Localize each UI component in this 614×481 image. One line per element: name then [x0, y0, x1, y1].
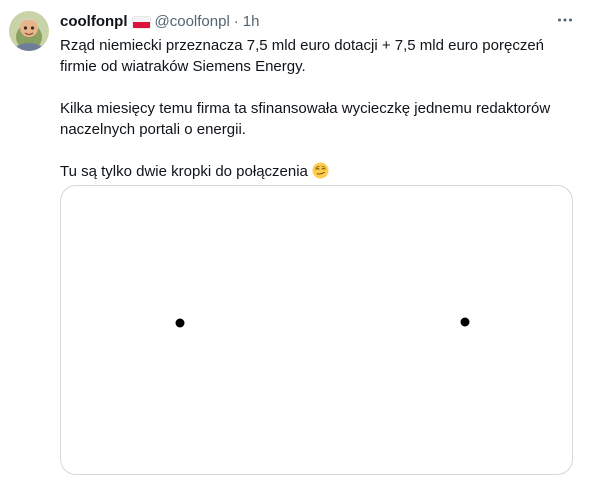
two-dots-image — [175, 317, 470, 328]
timestamp[interactable]: 1h — [243, 12, 260, 32]
dot-right — [460, 317, 470, 327]
display-name[interactable]: coolfonpl — [60, 12, 128, 32]
separator: · — [233, 13, 239, 30]
tweet-paragraph-last: Tu są tylko dwie kropki do połączenia — [60, 161, 580, 182]
tweet-image[interactable] — [60, 185, 573, 475]
user-handle[interactable]: @coolfonpl — [155, 12, 230, 32]
avatar[interactable] — [9, 11, 49, 51]
tweet-paragraph-text: Tu są tylko dwie kropki do połączenia — [60, 163, 308, 180]
tweet-paragraph: Rząd niemiecki przeznacza 7,5 mld euro d… — [60, 37, 549, 75]
more-options-icon — [558, 18, 572, 22]
tweet-paragraph: Kilka miesięcy temu firma ta sfinansował… — [60, 100, 555, 138]
tweet: coolfonpl @coolfonpl · 1h Rząd niemiecki… — [0, 0, 614, 481]
poland-flag-icon — [132, 16, 150, 28]
dot-left — [175, 318, 185, 328]
smirking-face-icon — [312, 162, 329, 179]
tweet-header: coolfonpl @coolfonpl · 1h — [60, 12, 259, 32]
tweet-text: Rząd niemiecki przeznacza 7,5 mld euro d… — [60, 35, 580, 182]
more-options-button[interactable] — [553, 10, 577, 30]
avatar-image — [9, 11, 49, 51]
